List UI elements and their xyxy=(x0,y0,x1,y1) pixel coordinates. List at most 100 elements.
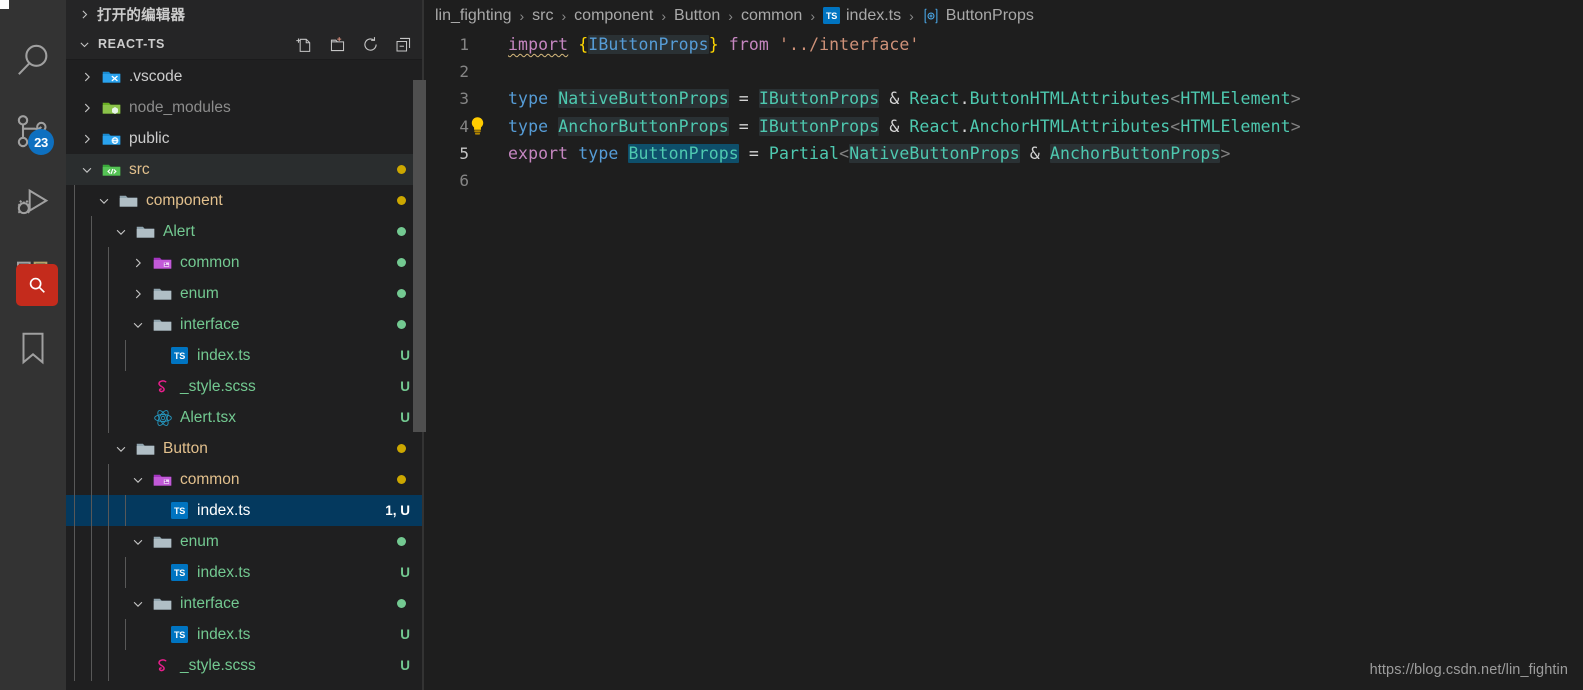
chevron-down-icon[interactable] xyxy=(91,194,117,208)
git-status-dot xyxy=(397,444,424,453)
tree-folder-row[interactable]: enum xyxy=(66,526,424,557)
code-token: Partial xyxy=(768,143,840,163)
code-line[interactable]: 5 export type ButtonProps = Partial<Nativ… xyxy=(424,140,1583,167)
tree-file-row[interactable]: TS index.ts U xyxy=(66,619,424,650)
file-type-icon-wrap: TS xyxy=(168,347,191,364)
tree-item-label: Alert.tsx xyxy=(180,408,236,426)
code-line[interactable]: 6 xyxy=(424,167,1583,194)
tree-item-label: index.ts xyxy=(197,563,251,581)
breadcrumb-item[interactable]: lin_fighting xyxy=(435,7,512,25)
code-token: from xyxy=(728,35,769,55)
chevron-right-icon[interactable] xyxy=(74,70,100,84)
activity-bar: 23 xyxy=(0,0,66,690)
chevron-down-icon[interactable] xyxy=(108,225,134,239)
file-type-icon-wrap xyxy=(100,66,123,87)
chevron-down-icon[interactable] xyxy=(74,163,100,177)
tree-file-row[interactable]: TS index.ts 1, U xyxy=(66,495,424,526)
tree-file-row[interactable]: _style.scss U xyxy=(66,650,424,681)
code-line[interactable]: 3 type NativeButtonProps = IButtonProps &… xyxy=(424,85,1583,112)
editor-pane: lin_fighting › src › component › Button › common… xyxy=(424,0,1583,690)
tree-file-row[interactable]: TS index.ts U xyxy=(66,557,424,588)
tree-item-label: .vscode xyxy=(129,67,183,85)
tree-folder-row[interactable]: src xyxy=(66,154,424,185)
collapse-all-icon[interactable] xyxy=(393,34,413,54)
chevron-down-icon[interactable] xyxy=(125,318,151,332)
file-type-icon-wrap xyxy=(151,377,174,396)
tree-file-row[interactable]: TS index.ts U xyxy=(66,340,424,371)
code-token: AnchorButtonProps xyxy=(558,116,729,136)
open-editors-label: 打开的编辑器 xyxy=(97,8,186,24)
activity-item-run-debug[interactable] xyxy=(0,168,66,240)
tree-file-row[interactable]: _style.scss U xyxy=(66,371,424,402)
chevron-right-icon[interactable] xyxy=(125,287,151,301)
tree-item-label: _style.scss xyxy=(180,377,256,395)
new-file-icon[interactable] xyxy=(294,34,314,54)
code-token: React xyxy=(909,116,960,136)
tree-folder-row[interactable]: .vscode xyxy=(66,61,424,92)
tree-folder-row[interactable]: node_modules xyxy=(66,92,424,123)
explorer-toolbar xyxy=(294,34,424,54)
code-editor[interactable]: 1 import {IButtonProps} from '../interfac… xyxy=(424,31,1583,690)
activity-item-extensions[interactable] xyxy=(0,240,66,312)
open-editors-section-header[interactable]: 打开的编辑器 xyxy=(66,0,424,29)
sass-file-icon xyxy=(153,377,172,396)
chevron-down-icon[interactable] xyxy=(125,597,151,611)
tree-folder-row[interactable]: interface xyxy=(66,309,424,340)
chevron-down-icon[interactable] xyxy=(125,473,151,487)
breadcrumb-item[interactable]: src xyxy=(532,7,553,25)
breadcrumb[interactable]: lin_fighting › src › component › Button › common… xyxy=(424,0,1583,31)
folder-icon xyxy=(118,190,139,211)
refresh-icon[interactable] xyxy=(360,34,380,54)
tree-folder-row[interactable]: Button xyxy=(66,433,424,464)
file-tree[interactable]: .vscode node_modules public src component Ale… xyxy=(66,60,424,690)
breadcrumb-separator: › xyxy=(909,7,914,24)
code-token: ButtonProps xyxy=(628,143,739,163)
file-type-icon-wrap xyxy=(134,438,157,459)
quick-fix-lightbulb-icon[interactable] xyxy=(468,116,487,137)
file-type-icon-wrap xyxy=(151,408,174,428)
tree-file-row[interactable]: Alert.tsx U xyxy=(66,402,424,433)
breadcrumb-item[interactable]: component xyxy=(574,7,653,25)
breadcrumb-label: common xyxy=(740,6,803,24)
breadcrumb-item[interactable]: ButtonProps xyxy=(922,7,1034,25)
component-folder-icon xyxy=(152,469,173,490)
tree-folder-row[interactable]: common xyxy=(66,247,424,278)
tree-folder-row[interactable]: common xyxy=(66,464,424,495)
activity-item-bookmarks[interactable] xyxy=(0,312,66,384)
code-token: = xyxy=(728,89,759,109)
code-token: & xyxy=(879,89,910,109)
activity-item-source-control[interactable]: 23 xyxy=(0,96,66,168)
workspace-section-header[interactable]: REACT-TS xyxy=(66,29,424,60)
breadcrumb-item[interactable]: common xyxy=(741,7,802,25)
new-folder-icon[interactable] xyxy=(327,34,347,54)
activity-item-search[interactable] xyxy=(0,24,66,96)
tree-folder-row[interactable]: enum xyxy=(66,278,424,309)
breadcrumb-item[interactable]: Button xyxy=(674,7,720,25)
tree-folder-row[interactable]: component xyxy=(66,185,424,216)
tree-folder-row[interactable]: interface xyxy=(66,588,424,619)
tree-folder-row[interactable]: public xyxy=(66,123,424,154)
chevron-right-icon[interactable] xyxy=(74,101,100,115)
code-line[interactable]: 1 import {IButtonProps} from '../interfac… xyxy=(424,31,1583,58)
chevron-right-icon[interactable] xyxy=(74,132,100,146)
chevron-down-icon[interactable] xyxy=(108,442,134,456)
chevron-right-icon[interactable] xyxy=(125,256,151,270)
chevron-down-icon[interactable] xyxy=(125,535,151,549)
code-line[interactable]: 4 type AnchorButtonProps = IButtonProps &… xyxy=(424,113,1583,140)
tree-item-label: index.ts xyxy=(197,501,251,519)
code-token: HTMLElement xyxy=(1180,89,1291,109)
node-folder-icon xyxy=(101,97,122,118)
code-token: React xyxy=(909,89,960,109)
tree-folder-row[interactable]: Alert xyxy=(66,216,424,247)
breadcrumb-item[interactable]: TS index.ts xyxy=(822,7,901,25)
code-line[interactable]: 2 xyxy=(424,58,1583,85)
sidebar-scrollbar[interactable] xyxy=(413,80,426,432)
